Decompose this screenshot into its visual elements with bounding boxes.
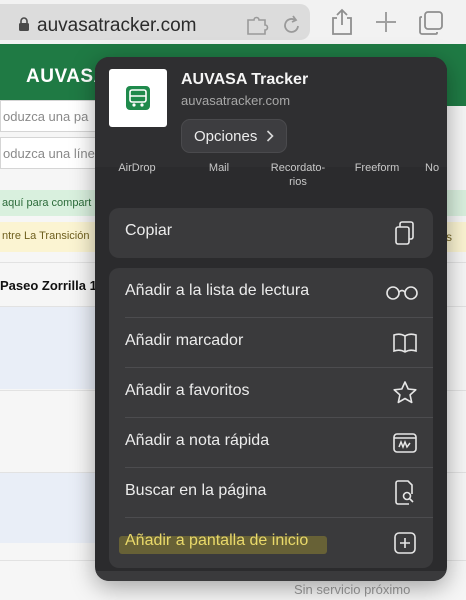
find-in-page-icon <box>391 479 419 507</box>
plus-icon[interactable] <box>374 10 398 39</box>
chevron-right-icon <box>266 129 274 146</box>
add-to-home-screen-action[interactable]: Añadir a pantalla de inicio <box>109 518 433 568</box>
action-label: Añadir a favoritos <box>125 382 250 399</box>
tabs-icon[interactable] <box>418 10 444 41</box>
share-target-more[interactable]: No <box>425 161 447 175</box>
options-label: Opciones <box>194 128 258 145</box>
bus-row <box>0 473 95 543</box>
lock-icon <box>18 17 30 36</box>
share-sheet: AUVASA Tracker auvasatracker.com Opcione… <box>95 57 447 581</box>
copy-icon <box>391 219 419 247</box>
stop-name: Paseo Zorrilla 1 <box>0 278 97 293</box>
action-label: Añadir a pantalla de inicio <box>125 532 309 549</box>
app-thumbnail <box>109 69 167 127</box>
service-status: Sin servicio próximo <box>294 582 411 597</box>
share-app-name: AUVASA Tracker <box>181 71 309 88</box>
address-bar[interactable]: auvasatracker.com <box>0 4 310 40</box>
add-square-icon <box>391 529 419 557</box>
next-group-edge <box>95 571 447 581</box>
bus-icon <box>126 86 150 115</box>
reload-icon[interactable] <box>282 14 302 41</box>
copy-button[interactable]: Copiar <box>109 208 433 258</box>
share-target-reminders[interactable]: Recordato- rios <box>263 161 333 189</box>
browser-toolbar: auvasatracker.com <box>0 0 466 44</box>
action-label: Añadir marcador <box>125 332 244 349</box>
copy-group: Copiar <box>109 208 433 258</box>
share-target-airdrop[interactable]: AirDrop <box>107 161 167 175</box>
glasses-icon <box>386 279 419 307</box>
action-label: Añadir a la lista de lectura <box>125 282 310 299</box>
share-app-url: auvasatracker.com <box>181 93 291 108</box>
stop-search-input[interactable]: oduzca una pa <box>0 100 110 132</box>
actions-group: Añadir a la lista de lectura Añadir marc… <box>109 268 433 568</box>
quick-note-icon <box>391 429 419 457</box>
share-icon[interactable] <box>330 8 354 41</box>
action-label: Añadir a nota rápida <box>125 432 270 449</box>
reading-list-action[interactable]: Añadir a la lista de lectura <box>109 268 433 318</box>
book-icon <box>391 329 419 357</box>
screen: auvasatracker.com AUVASA oduzca una pa o… <box>0 0 466 600</box>
line-search-input[interactable]: oduzca una líne <box>0 137 110 169</box>
options-button[interactable]: Opciones <box>181 119 287 153</box>
extension-icon[interactable] <box>246 15 270 40</box>
bus-row <box>0 307 95 389</box>
bookmark-action[interactable]: Añadir marcador <box>109 318 433 368</box>
share-sheet-header: AUVASA Tracker auvasatracker.com Opcione… <box>95 57 447 167</box>
find-in-page-action[interactable]: Buscar en la página <box>109 468 433 518</box>
copy-label: Copiar <box>125 222 173 239</box>
quick-note-action[interactable]: Añadir a nota rápida <box>109 418 433 468</box>
favorites-action[interactable]: Añadir a favoritos <box>109 368 433 418</box>
share-target-mail[interactable]: Mail <box>189 161 249 175</box>
share-targets-row: AirDrop Mail Recordato- rios Freeform No <box>95 161 447 201</box>
star-icon <box>391 379 419 407</box>
action-label: Buscar en la página <box>125 482 267 499</box>
url-text: auvasatracker.com <box>37 15 197 36</box>
share-target-freeform[interactable]: Freeform <box>347 161 407 175</box>
